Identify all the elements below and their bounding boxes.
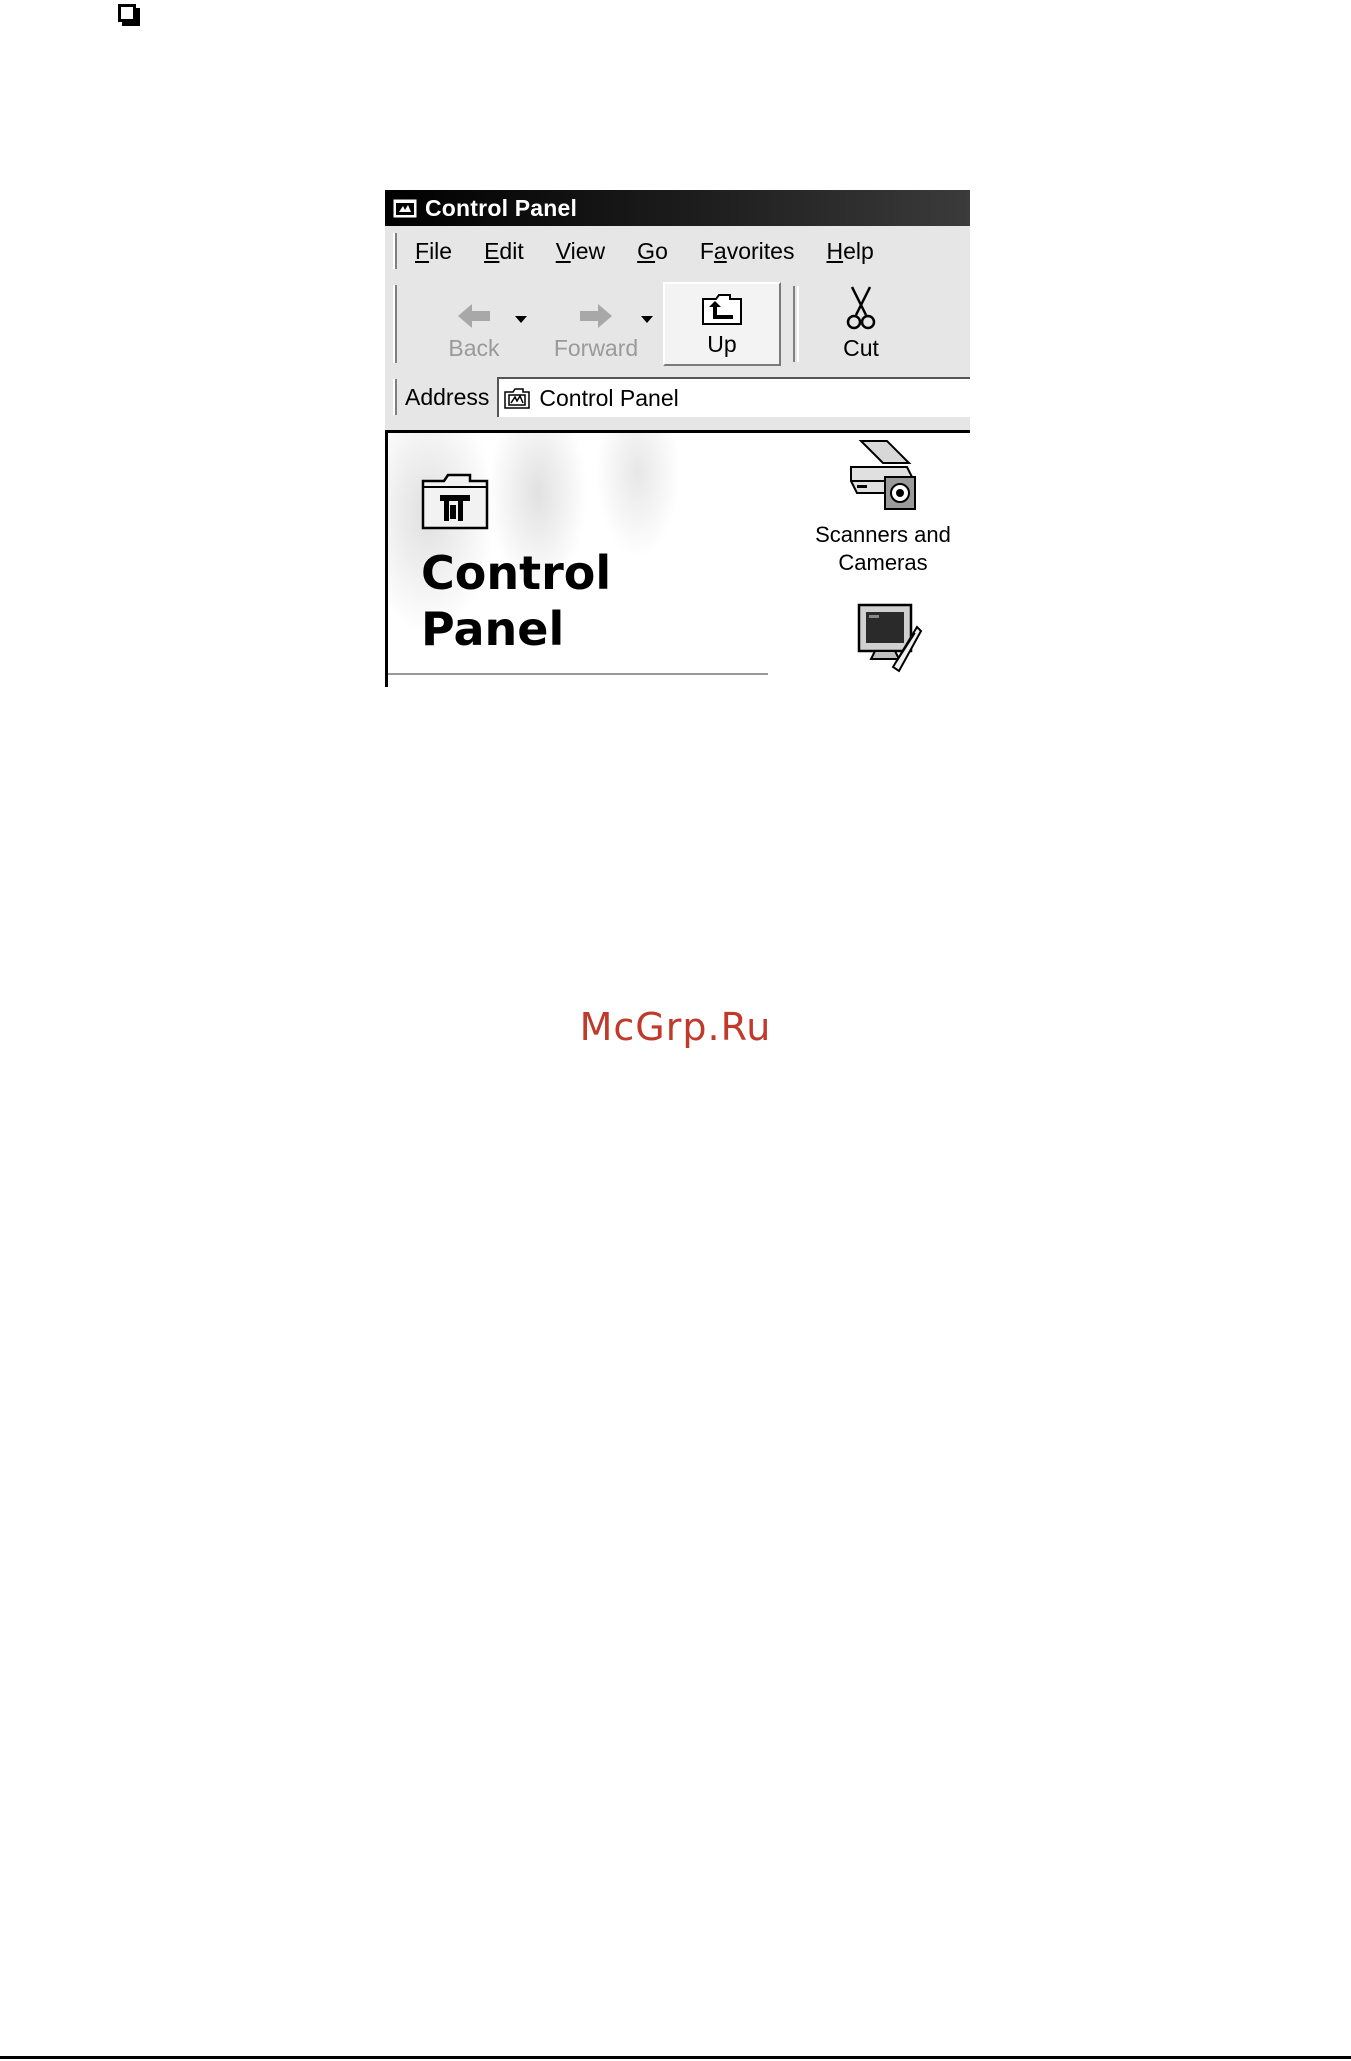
toolbar-separator bbox=[793, 286, 799, 362]
control-panel-window: Control Panel File Edit View Go Favorite… bbox=[385, 190, 970, 687]
forward-label: Forward bbox=[553, 335, 639, 361]
forward-button[interactable]: Forward bbox=[533, 280, 659, 368]
standard-toolbar: Back Forward Up Cut bbox=[385, 280, 970, 368]
menu-go[interactable]: Go bbox=[637, 238, 668, 265]
checkbox-bullet-icon bbox=[118, 4, 136, 22]
menu-edit[interactable]: Edit bbox=[484, 238, 524, 265]
up-button[interactable]: Up bbox=[663, 282, 781, 366]
scissors-icon bbox=[846, 286, 876, 330]
address-label: Address bbox=[405, 383, 490, 410]
title-bar[interactable]: Control Panel bbox=[385, 190, 970, 226]
heading-line-1: Control bbox=[421, 546, 612, 600]
scanner-icon bbox=[850, 440, 916, 510]
display-item[interactable] bbox=[848, 601, 928, 673]
cut-label: Cut bbox=[843, 335, 879, 361]
toolbar-grip[interactable] bbox=[393, 285, 397, 363]
menu-view[interactable]: View bbox=[556, 238, 605, 265]
back-dropdown-icon[interactable] bbox=[515, 316, 527, 323]
back-arrow-icon bbox=[458, 304, 490, 328]
scanners-and-cameras-item[interactable]: Scanners and Cameras bbox=[798, 437, 968, 577]
addressbar-grip[interactable] bbox=[393, 379, 397, 415]
folder-view: Control Panel Scanners and Cameras bbox=[385, 430, 970, 687]
address-input[interactable]: Control Panel bbox=[497, 377, 970, 417]
scanners-label-line-1: Scanners and bbox=[815, 522, 951, 547]
watermark-text: McGrp.Ru bbox=[579, 1005, 772, 1049]
menu-file[interactable]: File bbox=[415, 238, 452, 265]
forward-dropdown-icon[interactable] bbox=[641, 316, 653, 323]
menu-help[interactable]: Help bbox=[826, 238, 873, 265]
address-bar: Address Control Panel bbox=[385, 376, 970, 418]
page-bottom-rule bbox=[0, 2056, 1351, 2059]
menubar-grip[interactable] bbox=[393, 233, 397, 269]
control-panel-tools-folder-icon bbox=[421, 473, 489, 530]
address-value: Control Panel bbox=[539, 384, 679, 411]
control-panel-address-icon bbox=[504, 388, 531, 409]
webview-heading: Control Panel bbox=[421, 545, 721, 657]
display-icon bbox=[857, 603, 923, 673]
back-label: Back bbox=[448, 335, 500, 361]
scanners-label-line-2: Cameras bbox=[838, 550, 928, 575]
menu-bar: File Edit View Go Favorites Help bbox=[385, 230, 970, 272]
back-button[interactable]: Back bbox=[415, 280, 533, 368]
control-panel-folder-icon bbox=[393, 199, 417, 218]
cut-button[interactable]: Cut bbox=[811, 280, 911, 368]
forward-arrow-icon bbox=[580, 304, 612, 328]
heading-line-2: Panel bbox=[421, 602, 565, 656]
up-folder-icon bbox=[702, 294, 742, 325]
heading-divider bbox=[388, 673, 768, 675]
up-label: Up bbox=[707, 331, 737, 357]
menu-favorites[interactable]: Favorites bbox=[700, 238, 795, 265]
window-title: Control Panel bbox=[425, 194, 578, 221]
